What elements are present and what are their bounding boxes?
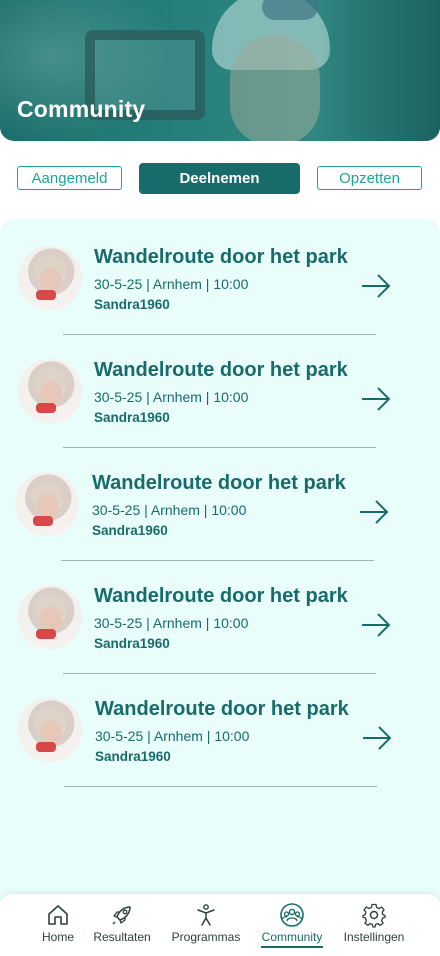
item-user: Sandra1960	[94, 636, 170, 651]
nav-label: Home	[41, 930, 74, 944]
item-meta: 30-5-25 | Arnhem | 10:00	[94, 615, 249, 631]
item-title: Wandelroute door het park	[94, 246, 348, 268]
item-user: Sandra1960	[95, 749, 171, 764]
home-icon	[48, 905, 68, 925]
avatar	[15, 472, 79, 536]
nav-label: Resultaten	[93, 930, 151, 944]
page-title: Community	[17, 96, 146, 122]
item-user: Sandra1960	[94, 410, 170, 425]
nav-home[interactable]: Home	[36, 894, 80, 950]
bottom-nav: Home Resultaten Programmas Community Ins…	[0, 893, 440, 956]
tab-opzetten[interactable]: Opzetten	[317, 166, 422, 190]
arrow-right-icon[interactable]	[358, 499, 390, 525]
arrow-right-icon[interactable]	[360, 273, 392, 299]
tab-aangemeld[interactable]: Aangemeld	[17, 166, 122, 190]
activity-list: Wandelroute door het park 30-5-25 | Arnh…	[0, 219, 440, 919]
nav-label: Programmas	[171, 930, 241, 944]
arrow-right-icon[interactable]	[360, 386, 392, 412]
list-item[interactable]: Wandelroute door het park 30-5-25 | Arnh…	[0, 445, 440, 561]
arrow-right-icon[interactable]	[361, 725, 393, 751]
item-title: Wandelroute door het park	[95, 698, 349, 720]
item-user: Sandra1960	[92, 523, 168, 538]
avatar	[18, 585, 82, 649]
gear-icon	[362, 903, 386, 928]
tab-deelnemen[interactable]: Deelnemen	[139, 163, 300, 194]
item-title: Wandelroute door het park	[92, 472, 346, 494]
nav-programmas[interactable]: Programmas	[168, 894, 244, 950]
item-meta: 30-5-25 | Arnhem | 10:00	[92, 502, 247, 518]
item-meta: 30-5-25 | Arnhem | 10:00	[94, 389, 249, 405]
nav-label: Community	[261, 930, 323, 944]
avatar	[18, 359, 82, 423]
nav-instellingen[interactable]: Instellingen	[338, 894, 410, 950]
list-item[interactable]: Wandelroute door het park 30-5-25 | Arnh…	[0, 671, 440, 787]
item-title: Wandelroute door het park	[94, 359, 348, 381]
rocket-icon	[112, 906, 131, 925]
nav-resultaten[interactable]: Resultaten	[90, 894, 154, 950]
list-item[interactable]: Wandelroute door het park 30-5-25 | Arnh…	[0, 219, 440, 335]
nav-community[interactable]: Community	[259, 894, 325, 950]
group-icon	[280, 903, 304, 927]
item-meta: 30-5-25 | Arnhem | 10:00	[94, 276, 249, 292]
avatar	[18, 246, 82, 310]
nav-label: Instellingen	[343, 930, 405, 944]
item-title: Wandelroute door het park	[94, 585, 348, 607]
list-item[interactable]: Wandelroute door het park 30-5-25 | Arnh…	[0, 558, 440, 674]
list-item[interactable]: Wandelroute door het park 30-5-25 | Arnh…	[0, 332, 440, 448]
avatar	[18, 698, 82, 762]
divider	[64, 786, 377, 787]
active-indicator	[261, 946, 323, 948]
person-stretch-icon	[197, 904, 215, 926]
item-user: Sandra1960	[94, 297, 170, 312]
arrow-right-icon[interactable]	[360, 612, 392, 638]
header-hero: Community	[0, 0, 440, 141]
item-meta: 30-5-25 | Arnhem | 10:00	[95, 728, 250, 744]
